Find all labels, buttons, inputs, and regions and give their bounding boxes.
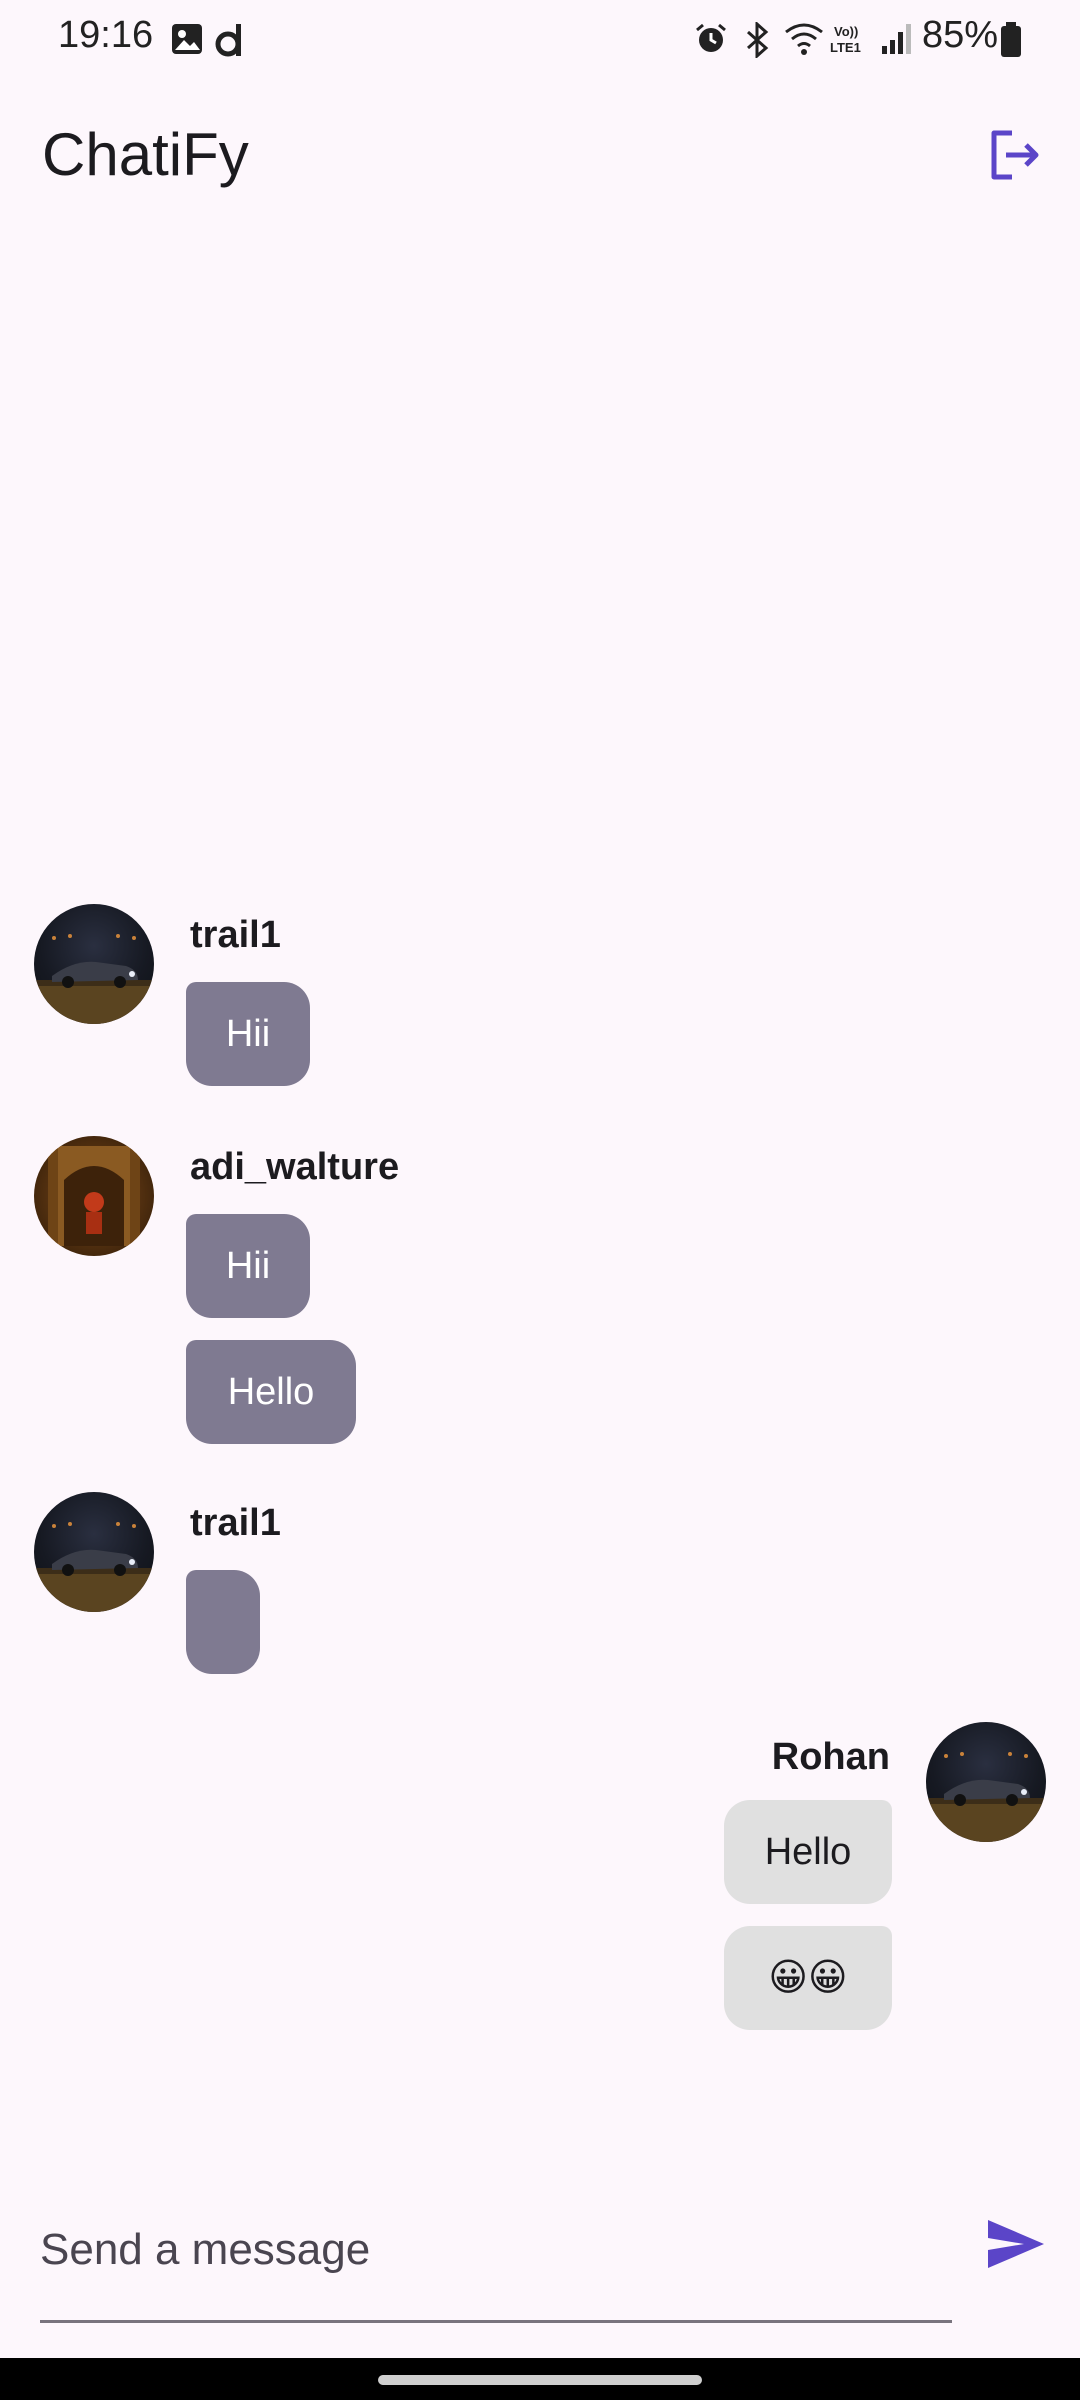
message-bubble[interactable]: 😀😀 — [724, 1926, 892, 2030]
message-bubble[interactable] — [186, 1570, 260, 1674]
message-composer — [0, 2180, 1080, 2340]
battery-icon — [1001, 22, 1021, 57]
status-bar: 19:16 Vo)) LTE1 85% — [0, 0, 1080, 76]
car-avatar-image — [34, 1522, 154, 1612]
app-bar: ChatiFy — [0, 110, 1080, 200]
message-bubble[interactable]: Hello — [724, 1800, 892, 1904]
alarm-icon — [696, 23, 726, 52]
car-avatar-image — [926, 1752, 1046, 1842]
logout-icon — [991, 130, 1039, 180]
signal-icon — [882, 24, 911, 54]
message-bubble[interactable]: Hii — [186, 1214, 310, 1318]
status-time: 19:16 — [58, 14, 154, 56]
message-username: trail1 — [190, 1502, 281, 1544]
message-bubble[interactable]: Hii — [186, 982, 310, 1086]
d-app-icon — [215, 24, 241, 57]
message-username: trail1 — [190, 914, 281, 956]
avatar[interactable] — [34, 1492, 154, 1612]
wifi-icon — [785, 23, 823, 55]
avatar[interactable] — [34, 904, 154, 1024]
svg-text:Vo)): Vo)) — [834, 24, 858, 39]
car-avatar-image — [34, 934, 154, 1024]
volte-icon: Vo)) LTE1 — [830, 24, 861, 55]
message-bubble[interactable]: Hello — [186, 1340, 356, 1444]
send-icon — [988, 2220, 1044, 2268]
home-gesture-handle[interactable] — [378, 2375, 702, 2385]
send-button[interactable] — [980, 2208, 1052, 2280]
message-group: adi_walture Hii Hello — [0, 1136, 1080, 1446]
message-input[interactable] — [40, 2180, 952, 2323]
svg-text:LTE1: LTE1 — [830, 40, 861, 55]
message-username: Rohan — [771, 1736, 890, 1778]
message-username: adi_walture — [190, 1146, 400, 1188]
logout-button[interactable] — [984, 125, 1044, 185]
message-group: trail1 — [0, 1492, 1080, 1674]
battery-percent: 85% — [922, 14, 999, 56]
system-nav-bar — [0, 2358, 1080, 2400]
app-title: ChatiFy — [42, 121, 249, 188]
gallery-icon — [172, 24, 202, 54]
message-group-self: Rohan Hello 😀😀 — [0, 1722, 1080, 2032]
avatar[interactable] — [926, 1722, 1046, 1842]
temple-avatar-image — [48, 1146, 140, 1246]
bluetooth-icon — [747, 22, 769, 58]
message-group: trail1 Hii — [0, 904, 1080, 1086]
avatar[interactable] — [34, 1136, 154, 1256]
